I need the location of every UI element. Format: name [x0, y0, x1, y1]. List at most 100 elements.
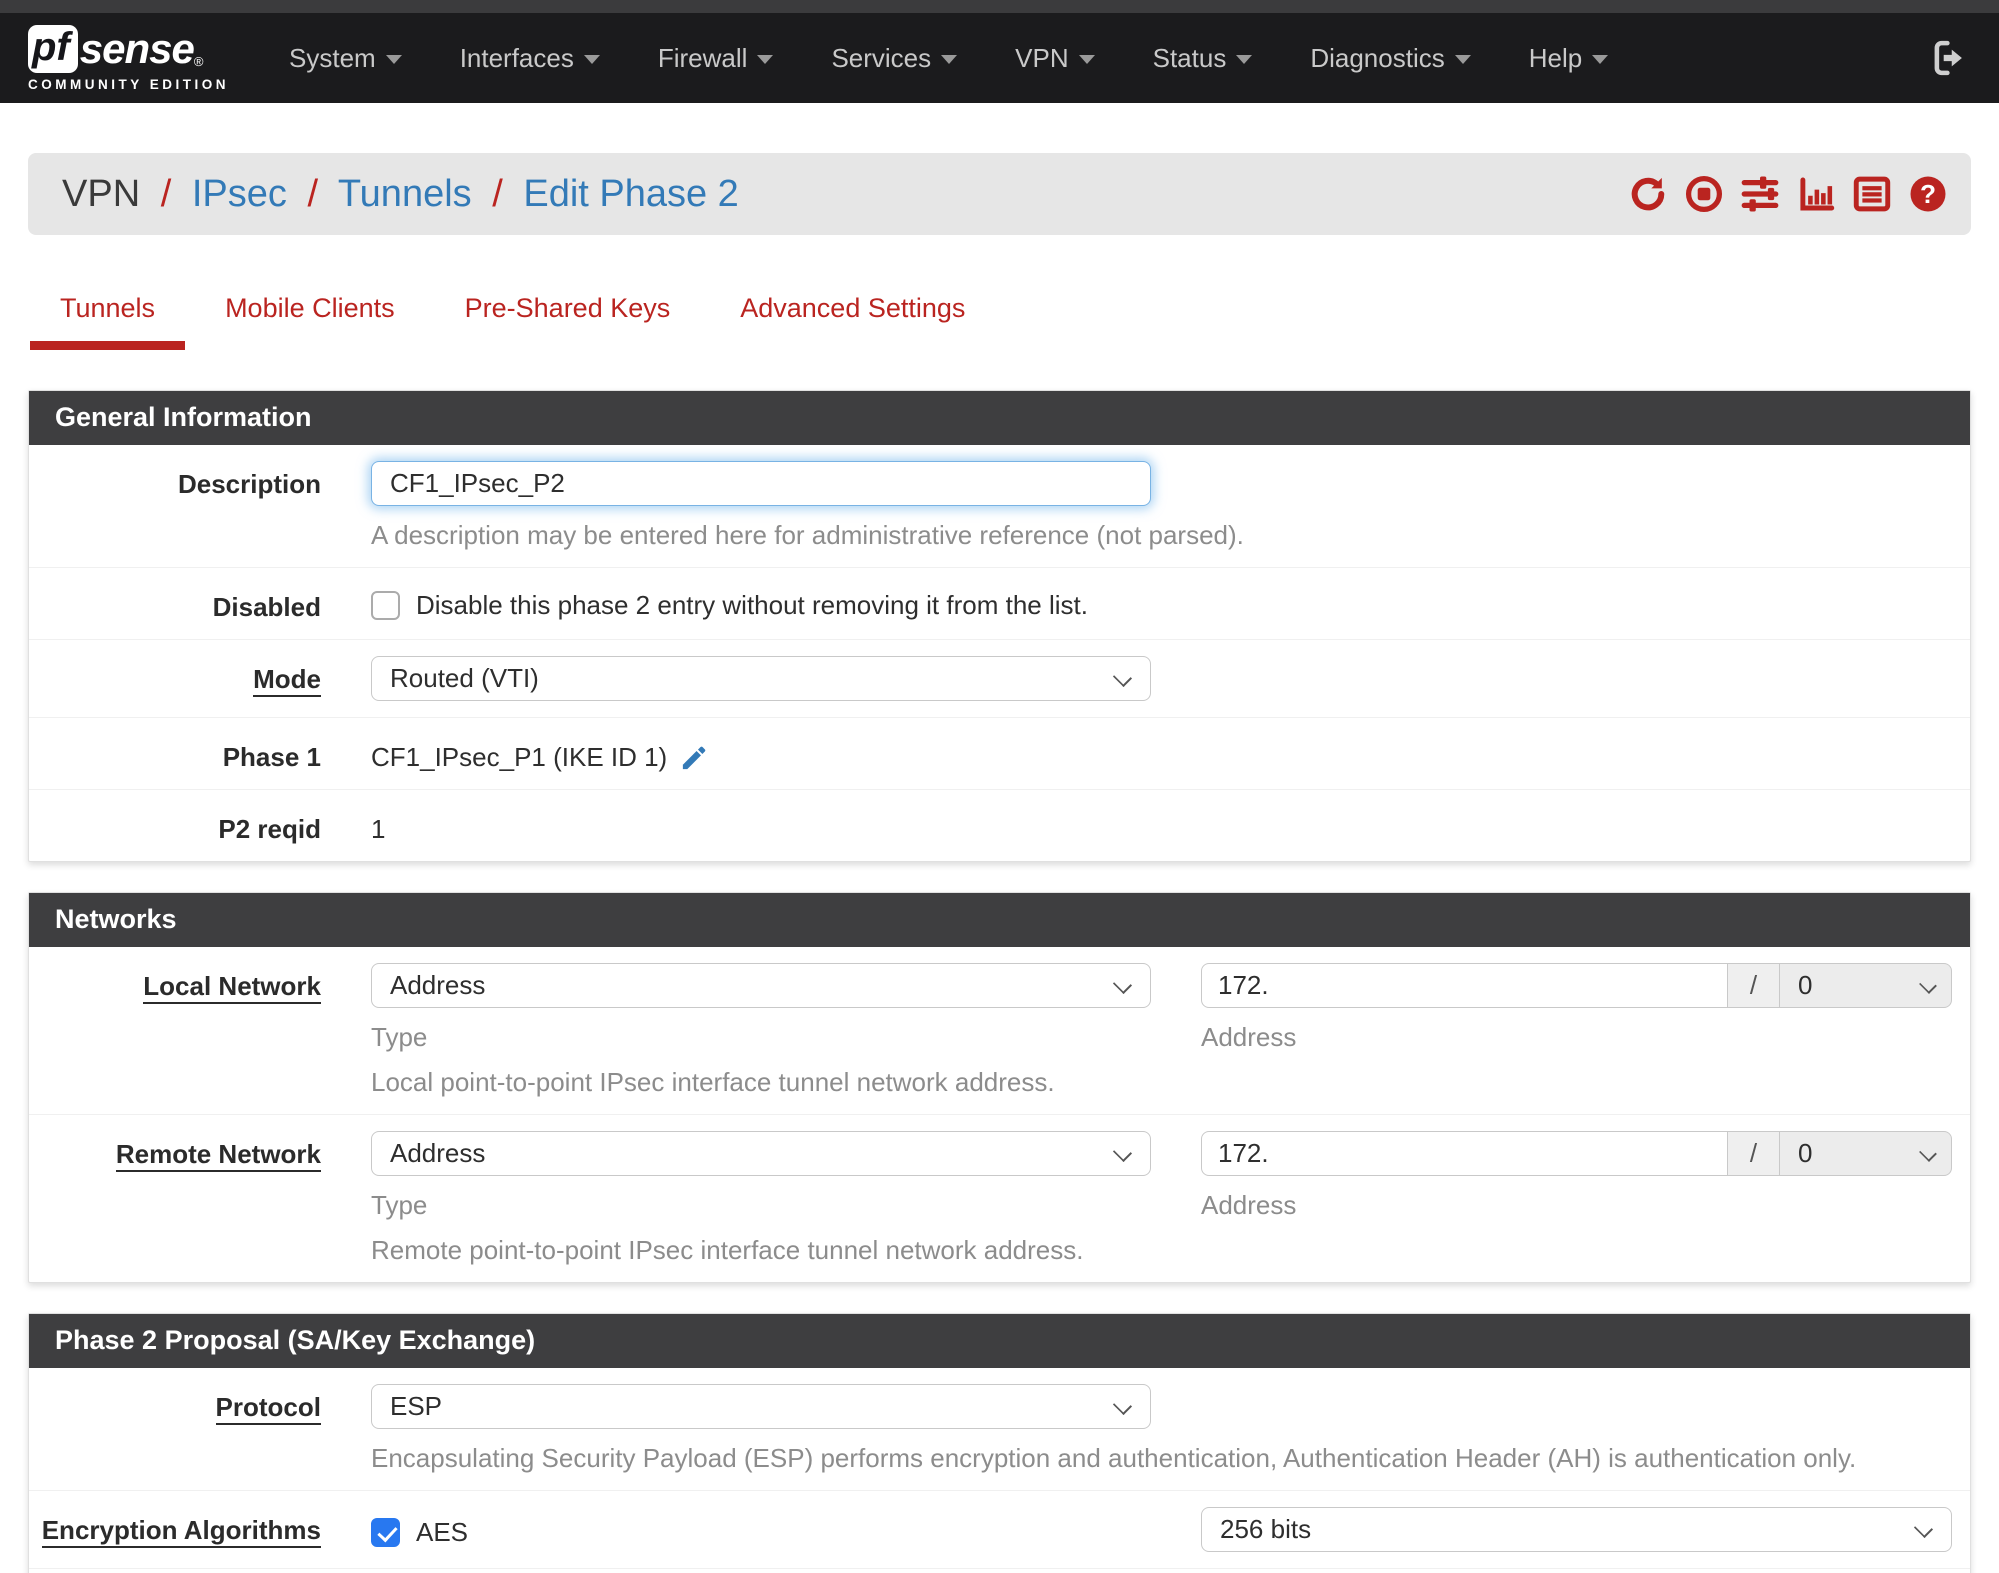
stop-icon[interactable]	[1683, 173, 1725, 215]
logo-registered-mark: ®	[193, 53, 204, 69]
tab-advanced-settings[interactable]: Advanced Settings	[710, 277, 995, 350]
nav-item-label: Diagnostics	[1310, 42, 1445, 73]
local-network-type-help: Type	[371, 1022, 428, 1052]
tab-mobile-clients[interactable]: Mobile Clients	[195, 277, 425, 350]
panel-networks: Networks Local Network Address Type 172.…	[28, 892, 1971, 1283]
panel-title: Phase 2 Proposal (SA/Key Exchange)	[29, 1314, 1970, 1368]
sign-out-icon[interactable]	[1929, 37, 1971, 79]
phase1-label: Phase 1	[222, 742, 321, 772]
help-icon[interactable]: ?	[1907, 173, 1949, 215]
local-network-prefix-separator: /	[1728, 963, 1780, 1008]
nav-item-system[interactable]: System	[289, 43, 402, 74]
remote-network-address-input[interactable]: 172.	[1201, 1131, 1728, 1176]
aes-keylen-value: 256 bits	[1220, 1514, 1312, 1544]
list-icon[interactable]	[1851, 173, 1893, 215]
encryption-algorithms-label: Encryption Algorithms	[29, 1507, 371, 1552]
local-network-address-help: Address	[1201, 1022, 1297, 1052]
breadcrumb-link-ipsec[interactable]: IPsec	[192, 173, 287, 215]
nav-item-diagnostics[interactable]: Diagnostics	[1310, 42, 1471, 74]
description-input[interactable]	[371, 461, 1151, 506]
nav-item-help[interactable]: Help	[1529, 43, 1609, 74]
breadcrumb-current: VPN	[62, 172, 141, 215]
row-phase1: Phase 1 CF1_IPsec_P1 (IKE ID 1)	[29, 717, 1970, 789]
remote-network-prefix-value: 0	[1798, 1138, 1813, 1168]
nav-item-vpn[interactable]: VPN	[1015, 42, 1095, 74]
nav-item-status[interactable]: Status	[1153, 43, 1253, 74]
local-network-prefix-value: 0	[1798, 970, 1813, 1000]
breadcrumb: VPN / IPsec / Tunnels / Edit Phase 2 ?	[28, 153, 1971, 235]
protocol-label: Protocol	[29, 1384, 371, 1474]
nav-menu: System Interfaces Firewall Services VPN …	[289, 42, 1609, 74]
description-label: Description	[177, 469, 321, 499]
refresh-icon[interactable]	[1627, 173, 1669, 215]
protocol-select[interactable]: ESP	[371, 1384, 1151, 1429]
remote-network-label: Remote Network	[29, 1131, 371, 1266]
disabled-label: Disabled	[212, 592, 321, 622]
local-network-label: Local Network	[29, 963, 371, 1098]
main-navbar: pf sense ® COMMUNITY EDITION System Inte…	[0, 13, 1999, 103]
bar-chart-icon[interactable]	[1795, 173, 1837, 215]
pfsense-logo[interactable]: pf sense ® COMMUNITY EDITION	[28, 24, 229, 92]
nav-item-label: Firewall	[657, 42, 748, 73]
row-local-network: Local Network Address Type 172. / 0 Addr…	[29, 947, 1970, 1114]
row-protocol: Protocol ESP Encapsulating Security Payl…	[29, 1368, 1970, 1490]
mode-select[interactable]: Routed (VTI)	[371, 656, 1151, 701]
nav-item-interfaces[interactable]: Interfaces	[460, 43, 600, 74]
chevron-down-icon	[1078, 55, 1095, 64]
nav-item-label: Status	[1152, 42, 1227, 73]
chevron-down-icon	[1454, 55, 1471, 64]
remote-network-help: Remote point-to-point IPsec interface tu…	[371, 1235, 1084, 1265]
logo-subtitle: COMMUNITY EDITION	[28, 76, 229, 92]
mode-select-value: Routed (VTI)	[390, 663, 539, 693]
tab-pre-shared-keys[interactable]: Pre-Shared Keys	[435, 277, 701, 350]
chevron-down-icon	[1236, 55, 1253, 64]
row-remote-network: Remote Network Address Type 172. / 0 Add…	[29, 1114, 1970, 1282]
breadcrumb-separator: /	[307, 172, 318, 215]
tab-tunnels[interactable]: Tunnels	[30, 277, 186, 350]
nav-item-label: VPN	[1015, 42, 1069, 73]
aes-keylen-select[interactable]: 256 bits	[1201, 1507, 1952, 1552]
phase1-value: CF1_IPsec_P1 (IKE ID 1)	[371, 742, 668, 772]
chevron-down-icon	[941, 55, 958, 64]
remote-network-prefix-separator: /	[1728, 1131, 1780, 1176]
breadcrumb-separator: /	[492, 172, 503, 215]
chevron-down-icon	[1592, 55, 1609, 64]
row-p2-reqid: P2 reqid 1	[29, 789, 1970, 861]
aes-checkbox-label: AES	[416, 1517, 469, 1547]
remote-network-type-select[interactable]: Address	[371, 1131, 1151, 1176]
disabled-checkbox-label: Disable this phase 2 entry without remov…	[416, 590, 1088, 620]
row-disabled: Disabled Disable this phase 2 entry with…	[29, 567, 1970, 639]
chevron-down-icon	[757, 55, 774, 64]
nav-item-services[interactable]: Services	[831, 43, 958, 74]
protocol-help: Encapsulating Security Payload (ESP) per…	[371, 1443, 1857, 1473]
remote-network-type-help: Type	[371, 1190, 428, 1220]
panel-title: Networks	[29, 893, 1970, 947]
remote-network-type-value: Address	[390, 1138, 486, 1168]
nav-item-firewall[interactable]: Firewall	[658, 43, 774, 74]
protocol-select-value: ESP	[390, 1391, 443, 1421]
nav-item-label: Interfaces	[459, 42, 574, 73]
aes-checkbox[interactable]	[371, 1518, 400, 1547]
local-network-type-value: Address	[390, 970, 486, 1000]
chevron-down-icon	[583, 55, 600, 64]
disabled-checkbox[interactable]	[371, 591, 400, 620]
breadcrumb-link-tunnels[interactable]: Tunnels	[338, 173, 472, 215]
p2-reqid-label: P2 reqid	[218, 814, 321, 844]
page-tabs: Tunnels Mobile Clients Pre-Shared Keys A…	[30, 277, 1971, 350]
pencil-icon[interactable]	[679, 742, 710, 773]
remote-network-prefix-select[interactable]: 0	[1780, 1131, 1952, 1176]
description-help: A description may be entered here for ad…	[371, 520, 1244, 550]
local-network-prefix-select[interactable]: 0	[1780, 963, 1952, 1008]
local-network-address-input[interactable]: 172.	[1201, 963, 1728, 1008]
chevron-down-icon	[385, 55, 402, 64]
sliders-icon[interactable]	[1739, 173, 1781, 215]
breadcrumb-link-edit-phase-2[interactable]: Edit Phase 2	[523, 173, 738, 215]
panel-general-information: General Information Description A descri…	[28, 390, 1971, 862]
logo-pf: pf	[28, 24, 78, 73]
window-top-strip	[0, 0, 1999, 13]
local-network-type-select[interactable]: Address	[371, 963, 1151, 1008]
panel-title: General Information	[29, 391, 1970, 445]
remote-network-address-help: Address	[1201, 1190, 1297, 1220]
mode-label: Mode	[29, 656, 371, 701]
local-network-help: Local point-to-point IPsec interface tun…	[371, 1067, 1055, 1097]
